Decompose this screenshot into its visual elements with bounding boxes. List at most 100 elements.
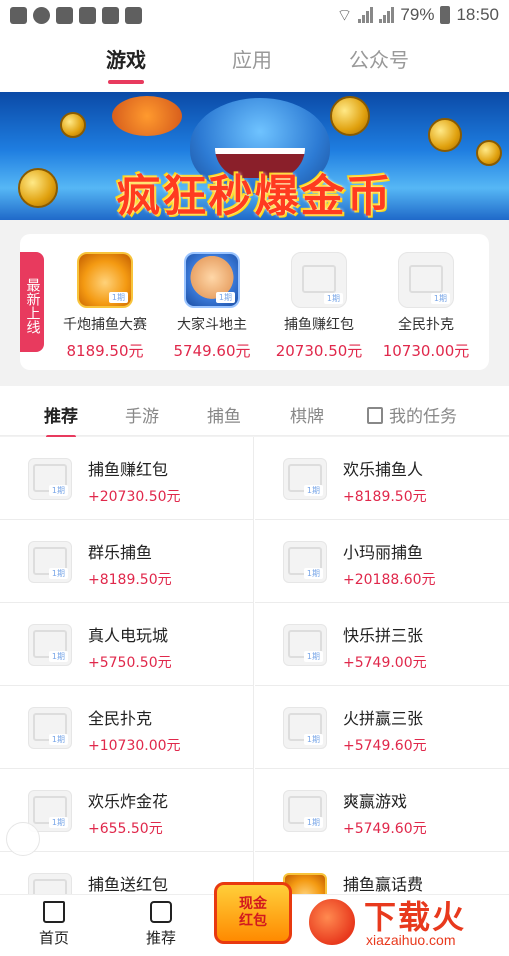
notification-icons bbox=[10, 6, 142, 24]
game-reward: +20188.60元 bbox=[343, 572, 436, 588]
image-placeholder-icon: 1期 bbox=[283, 790, 327, 832]
newest-game-name: 千炮捕鱼大赛 bbox=[63, 317, 147, 333]
status-bar: ⌔ 79% 18:50 bbox=[0, 0, 509, 30]
period-badge: 1期 bbox=[48, 817, 68, 828]
newest-game-item[interactable]: 1期 千炮捕鱼大赛 8189.50元 bbox=[50, 252, 160, 361]
period-badge: 1期 bbox=[303, 568, 323, 579]
newest-game-amount: 10730.00元 bbox=[382, 342, 470, 360]
gold-coin-icon bbox=[330, 96, 370, 136]
newest-game-amount: 5749.60元 bbox=[173, 342, 251, 360]
category-tab-bar: 推荐 手游 捕鱼 棋牌 我的任务 bbox=[0, 386, 509, 439]
image-placeholder-icon: 1期 bbox=[28, 541, 72, 583]
game-name: 小玛丽捕鱼 bbox=[343, 543, 424, 562]
period-badge: 1期 bbox=[215, 292, 235, 303]
landlord-game-icon: 1期 bbox=[184, 252, 240, 308]
game-list-item[interactable]: 1期 捕鱼赚红包 +20730.50元 bbox=[0, 437, 254, 520]
tab-apps[interactable]: 应用 bbox=[232, 44, 272, 73]
game-grid: 1期 捕鱼赚红包 +20730.50元 1期 欢乐捕鱼人 +8189.50元 1… bbox=[0, 437, 509, 897]
tab-recommended[interactable]: 推荐 bbox=[44, 402, 78, 439]
newest-game-name: 全民扑克 bbox=[398, 317, 454, 333]
tab-my-tasks-label: 我的任务 bbox=[389, 407, 457, 427]
banner-title: 疯狂秒爆金币 bbox=[116, 171, 393, 220]
game-name: 捕鱼送红包 bbox=[88, 875, 169, 894]
signal-icon-3g bbox=[358, 7, 374, 23]
fire-logo-icon bbox=[306, 896, 358, 948]
gold-coin-icon bbox=[428, 118, 462, 152]
game-name: 欢乐炸金花 bbox=[88, 792, 169, 811]
period-badge: 1期 bbox=[48, 734, 68, 745]
battery-icon bbox=[440, 6, 451, 24]
period-badge: 1期 bbox=[108, 292, 128, 303]
nav-recommend[interactable]: 推荐 bbox=[131, 901, 191, 948]
tab-games-label: 游戏 bbox=[106, 48, 146, 72]
tab-mobile-games[interactable]: 手游 bbox=[125, 402, 159, 427]
clownfish-illustration bbox=[112, 96, 182, 136]
image-placeholder-icon: 1期 bbox=[291, 252, 347, 308]
top-tab-bar: 游戏 应用 公众号 bbox=[0, 30, 509, 92]
wifi-icon: ⌔ bbox=[336, 5, 353, 25]
notification-dot-icon bbox=[33, 6, 50, 24]
nav-home[interactable]: 首页 bbox=[24, 901, 84, 948]
tab-official-accounts[interactable]: 公众号 bbox=[349, 44, 409, 73]
game-list-item[interactable]: 1期 快乐拼三张 +5749.00元 bbox=[255, 603, 509, 686]
tab-active-indicator bbox=[108, 80, 144, 84]
image-placeholder-icon: 1期 bbox=[28, 624, 72, 666]
promo-banner[interactable]: 疯狂秒爆金币 bbox=[0, 92, 509, 220]
tab-recommended-label: 推荐 bbox=[44, 407, 78, 427]
game-list-item[interactable]: 1期 爽赢游戏 +5749.60元 bbox=[255, 769, 509, 852]
task-list-icon bbox=[367, 407, 383, 424]
tab-games[interactable]: 游戏 bbox=[106, 44, 146, 84]
newest-game-amount: 8189.50元 bbox=[66, 342, 144, 360]
tab-fishing[interactable]: 捕鱼 bbox=[207, 402, 241, 427]
image-placeholder-icon: 1期 bbox=[28, 707, 72, 749]
battery-percent: 79% bbox=[400, 5, 435, 24]
period-badge: 1期 bbox=[303, 734, 323, 745]
red-packet-line2: 红包 bbox=[239, 913, 267, 929]
square-app-icon bbox=[79, 6, 96, 24]
image-placeholder-icon: 1期 bbox=[283, 707, 327, 749]
period-badge: 1期 bbox=[430, 293, 450, 304]
period-badge: 1期 bbox=[48, 485, 68, 496]
game-list-item[interactable]: 1期 小玛丽捕鱼 +20188.60元 bbox=[255, 520, 509, 603]
tab-board-games-label: 棋牌 bbox=[290, 407, 324, 427]
fish-game-icon: 1期 bbox=[77, 252, 133, 308]
period-badge: 1期 bbox=[303, 485, 323, 496]
red-packet-line1: 现金 bbox=[239, 896, 267, 912]
tab-my-tasks[interactable]: 我的任务 bbox=[367, 402, 457, 427]
newest-game-item[interactable]: 1期 大家斗地主 5749.60元 bbox=[157, 252, 267, 361]
newest-games-card: 最新上线 1期 千炮捕鱼大赛 8189.50元 1期 大家斗地主 5749.60… bbox=[20, 234, 489, 370]
game-name: 爽赢游戏 bbox=[343, 792, 408, 811]
image-placeholder-icon: 1期 bbox=[283, 541, 327, 583]
game-list-item[interactable]: 1期 真人电玩城 +5750.50元 bbox=[0, 603, 254, 686]
game-name: 捕鱼赚红包 bbox=[88, 460, 169, 479]
game-list-item[interactable]: 1期 欢乐捕鱼人 +8189.50元 bbox=[255, 437, 509, 520]
newest-game-name: 捕鱼赚红包 bbox=[284, 317, 354, 333]
game-list-item[interactable]: 1期 群乐捕鱼 +8189.50元 bbox=[0, 520, 254, 603]
game-reward: +5749.60元 bbox=[343, 821, 427, 837]
floating-assist-button[interactable] bbox=[6, 822, 40, 856]
period-badge: 1期 bbox=[303, 817, 323, 828]
game-list-item[interactable]: 1期 全民扑克 +10730.00元 bbox=[0, 686, 254, 769]
signal-icon-4g bbox=[379, 7, 395, 23]
period-badge: 1期 bbox=[303, 651, 323, 662]
activity-icon bbox=[125, 6, 142, 24]
newest-game-item[interactable]: 1期 全民扑克 10730.00元 bbox=[371, 252, 481, 361]
game-reward: +20730.50元 bbox=[88, 489, 181, 505]
tab-board-games[interactable]: 棋牌 bbox=[290, 402, 324, 427]
image-placeholder-icon: 1期 bbox=[283, 624, 327, 666]
nav-recommend-label: 推荐 bbox=[145, 929, 176, 947]
game-name: 火拼赢三张 bbox=[343, 709, 424, 728]
game-reward: +10730.00元 bbox=[88, 738, 181, 754]
image-placeholder-icon: 1期 bbox=[283, 458, 327, 500]
newest-game-item[interactable]: 1期 捕鱼赚红包 20730.50元 bbox=[264, 252, 374, 361]
game-list-item[interactable]: 1期 火拼赢三张 +5749.60元 bbox=[255, 686, 509, 769]
period-badge: 1期 bbox=[48, 651, 68, 662]
cash-red-packet-button[interactable]: 现金 红包 bbox=[214, 882, 292, 944]
tab-apps-label: 应用 bbox=[232, 48, 272, 72]
newest-tag: 最新上线 bbox=[20, 252, 44, 352]
period-badge: 1期 bbox=[48, 568, 68, 579]
newest-game-amount: 20730.50元 bbox=[275, 342, 363, 360]
game-reward: +8189.50元 bbox=[88, 572, 172, 588]
tab-official-accounts-label: 公众号 bbox=[349, 48, 409, 72]
tab-fishing-label: 捕鱼 bbox=[207, 407, 241, 427]
